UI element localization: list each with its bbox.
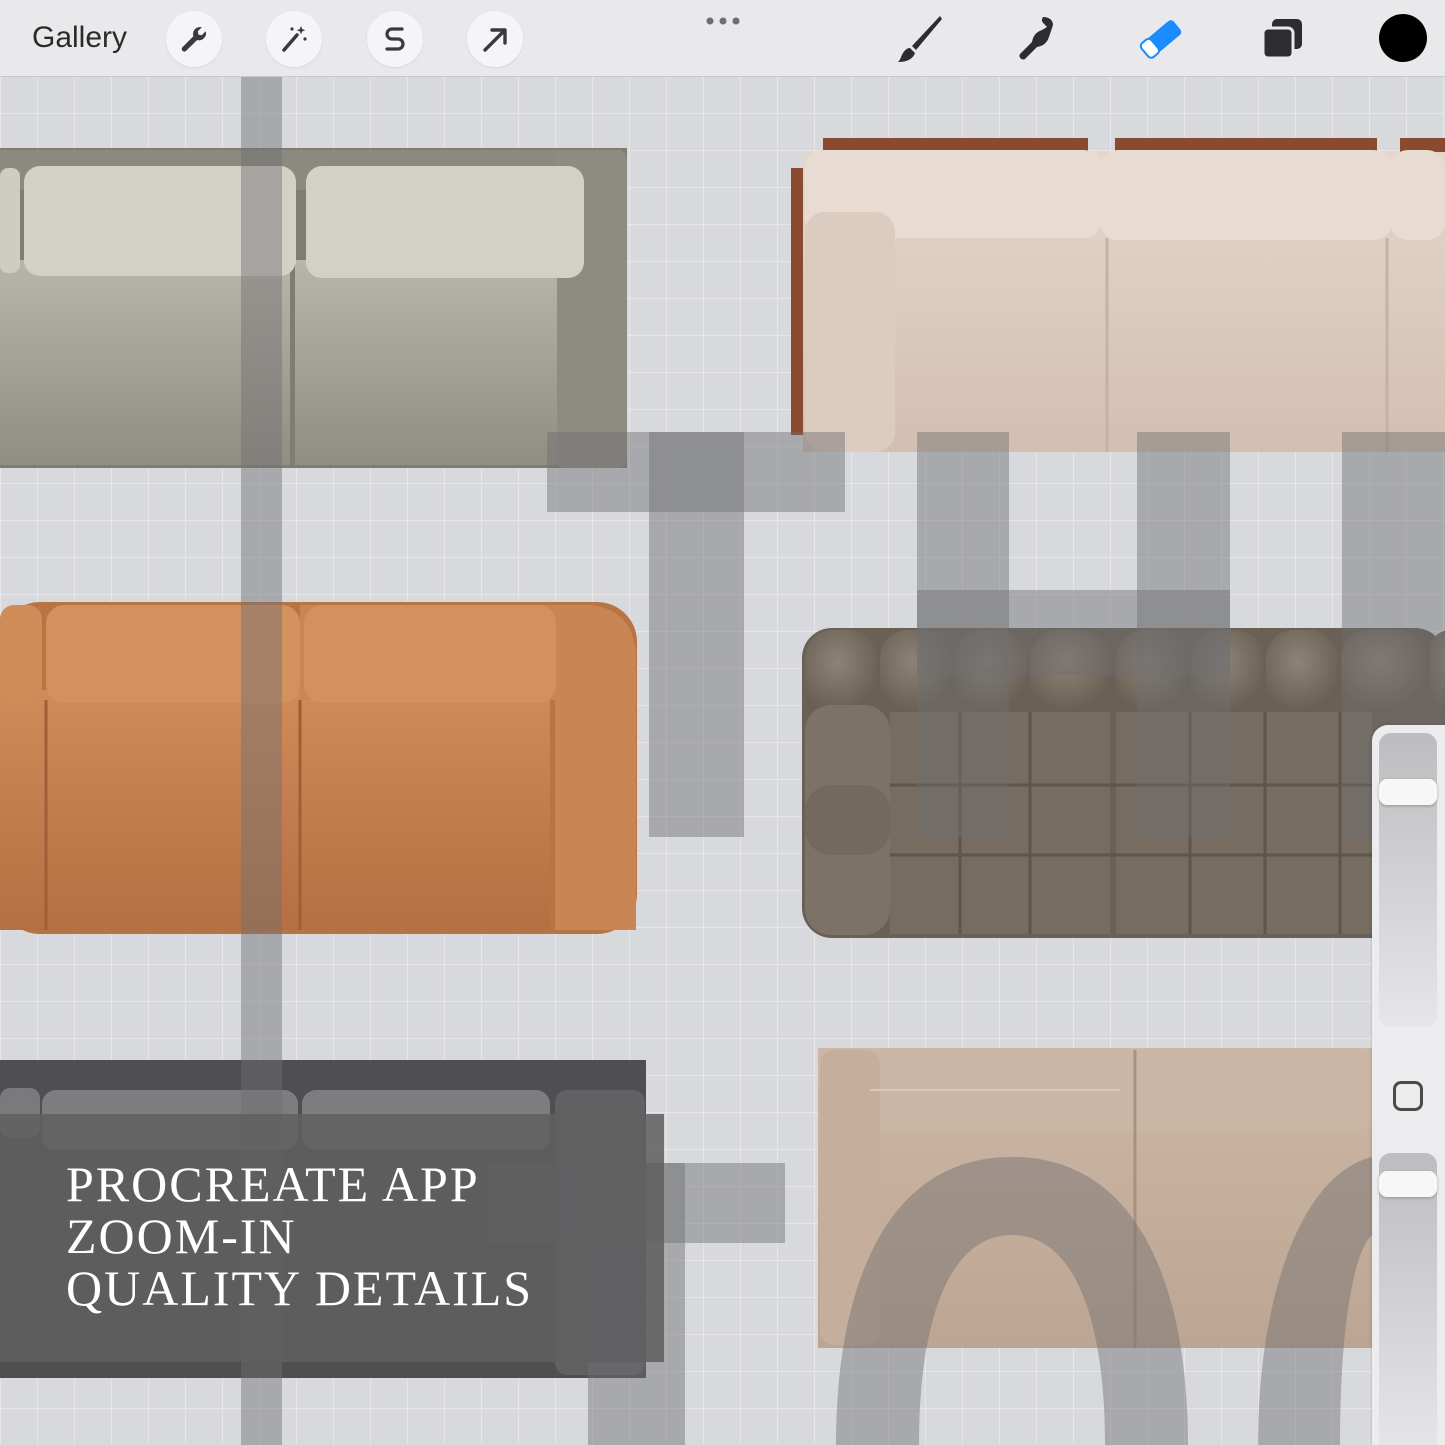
layers-button[interactable]	[1255, 12, 1309, 66]
top-toolbar: Gallery	[0, 0, 1445, 77]
more-dots-icon[interactable]	[703, 14, 743, 28]
eraser-button[interactable]	[1134, 12, 1188, 66]
color-picker-swatch[interactable]	[1379, 14, 1427, 62]
sofa-gray-linen[interactable]	[0, 148, 627, 468]
adjustments-button[interactable]	[266, 11, 322, 67]
sofa-blush[interactable]	[791, 138, 1445, 452]
brush-size-slider[interactable]	[1379, 733, 1437, 1027]
brush-icon	[898, 16, 942, 62]
eraser-icon	[1139, 20, 1182, 59]
magic-wand-icon	[282, 26, 307, 52]
smudge-button[interactable]	[1012, 12, 1066, 66]
gallery-button[interactable]: Gallery	[32, 18, 127, 58]
opacity-thumb[interactable]	[1379, 1171, 1437, 1197]
actions-button[interactable]	[166, 11, 222, 67]
wrench-icon	[181, 27, 207, 52]
opacity-slider[interactable]	[1379, 1153, 1437, 1445]
transform-button[interactable]	[467, 11, 523, 67]
caption-line-1: PROCREATE APP	[66, 1156, 480, 1212]
modify-button[interactable]	[1393, 1081, 1423, 1111]
selection-s-icon	[385, 27, 405, 51]
caption-line-2: ZOOM-IN	[66, 1208, 297, 1264]
brush-size-thumb[interactable]	[1379, 779, 1437, 805]
procreate-app: Gallery PROCREATE APP ZOOM-IN QUALITY DE…	[0, 0, 1445, 1445]
caption-box: PROCREATE APP ZOOM-IN QUALITY DETAILS	[0, 1114, 664, 1362]
layers-icon	[1261, 19, 1302, 60]
brush-button[interactable]	[891, 12, 945, 66]
transform-arrow-icon	[483, 28, 507, 52]
caption-line-3: QUALITY DETAILS	[66, 1260, 534, 1316]
brush-sliders-panel	[1372, 725, 1445, 1445]
sofa-cognac[interactable]	[0, 602, 637, 934]
selection-button[interactable]	[367, 11, 423, 67]
smudge-icon	[1019, 17, 1053, 60]
